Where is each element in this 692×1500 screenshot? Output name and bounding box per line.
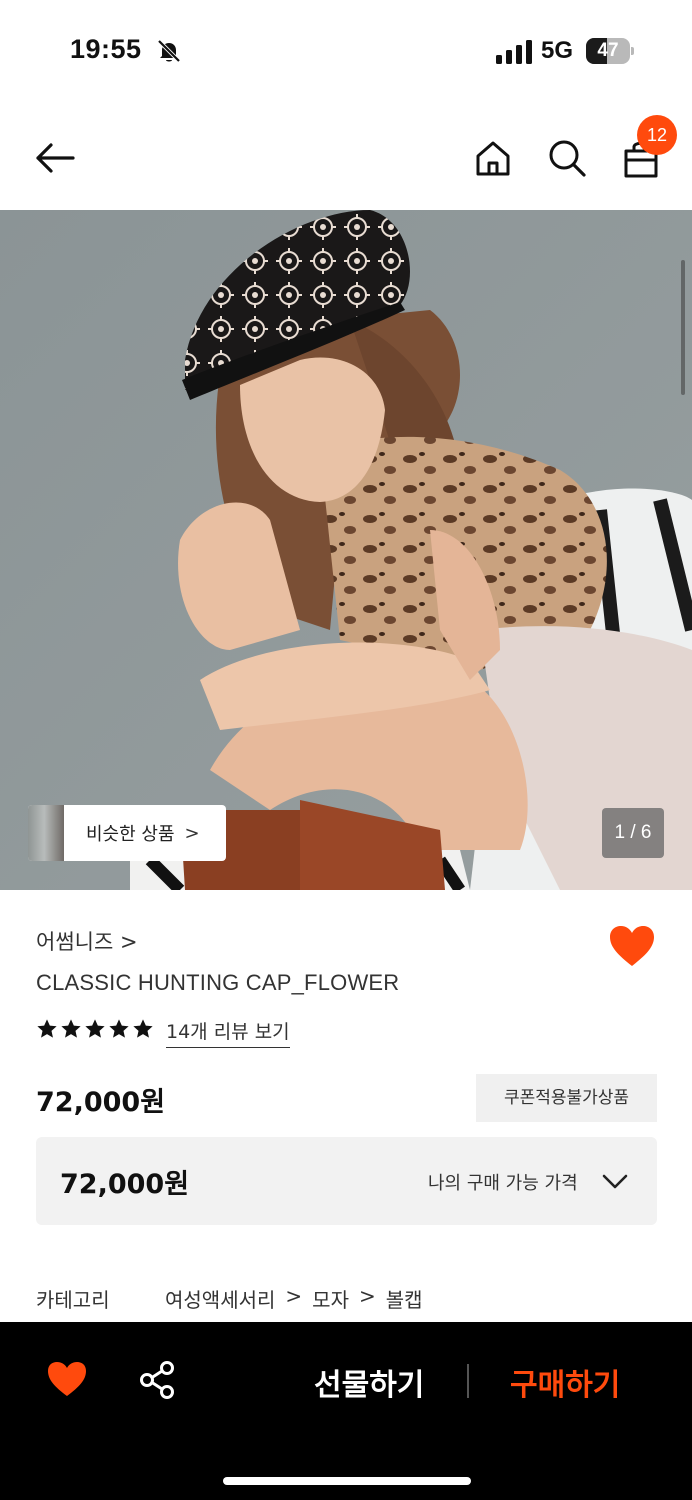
- scroll-indicator[interactable]: [681, 260, 685, 395]
- brand-link[interactable]: 어썸니즈 >: [36, 926, 138, 956]
- brand-name: 어썸니즈: [36, 930, 114, 954]
- chevron-right-icon: >: [184, 822, 200, 844]
- breadcrumb-separator: >: [285, 1284, 303, 1308]
- category-label: 카테고리: [36, 1288, 110, 1312]
- product-image-carousel[interactable]: [0, 210, 692, 890]
- buy-button[interactable]: 구매하기: [510, 1360, 620, 1404]
- star-icon: [61, 1019, 81, 1038]
- similar-products-label: 비슷한 상품: [86, 824, 175, 845]
- bottom-wishlist-heart-icon[interactable]: [46, 1360, 88, 1398]
- product-photo: [0, 210, 692, 890]
- my-price-value: 72,000원: [60, 1169, 190, 1200]
- app-header: [0, 100, 692, 210]
- product-price: 72,000원: [36, 1087, 166, 1118]
- chevron-down-icon: [602, 1174, 628, 1189]
- review-link[interactable]: 14개 리뷰 보기: [166, 1017, 290, 1048]
- category-level-1[interactable]: 여성액세서리: [165, 1284, 275, 1313]
- battery-percent: 47: [597, 40, 619, 61]
- my-price-label: 나의 구매 가능 가격: [428, 1173, 578, 1194]
- similar-products-thumbnail: [28, 805, 64, 861]
- star-icon: [109, 1019, 129, 1038]
- home-icon: [476, 141, 510, 176]
- gift-button[interactable]: 선물하기: [314, 1360, 424, 1404]
- wishlist-heart-icon[interactable]: [608, 924, 656, 968]
- bottom-divider: [467, 1364, 469, 1398]
- image-counter: 1 / 6: [602, 808, 664, 858]
- breadcrumb-separator: >: [358, 1284, 376, 1308]
- network-type: 5G: [541, 37, 574, 64]
- chevron-right-icon: >: [119, 930, 138, 954]
- star-icon: [85, 1019, 105, 1038]
- share-icon[interactable]: [138, 1360, 178, 1400]
- home-button[interactable]: [468, 133, 518, 183]
- category-level-3[interactable]: 볼캡: [386, 1284, 423, 1313]
- similar-products-button[interactable]: 비슷한 상품 >: [28, 805, 226, 861]
- search-icon: [549, 140, 586, 177]
- battery-icon: 47: [586, 38, 634, 64]
- bottom-action-bar: [0, 1322, 692, 1500]
- coupon-badge: 쿠폰적용불가상품: [476, 1074, 657, 1122]
- cart-count-badge: 12: [637, 115, 677, 155]
- my-price-dropdown[interactable]: 72,000원 나의 구매 가능 가격: [36, 1137, 657, 1225]
- category-breadcrumb: 여성액세서리 > 모자 > 볼캡: [165, 1284, 423, 1313]
- signal-icon: [496, 40, 532, 64]
- bell-off-icon: [157, 39, 181, 63]
- star-icon: [133, 1019, 153, 1038]
- star-icon: [37, 1019, 57, 1038]
- category-level-2[interactable]: 모자: [312, 1284, 349, 1313]
- product-title: CLASSIC HUNTING CAP_FLOWER: [36, 970, 400, 995]
- status-bar: 19:55 5G 47: [0, 0, 692, 100]
- home-indicator[interactable]: [223, 1477, 471, 1485]
- back-arrow-icon: [36, 143, 75, 173]
- search-button[interactable]: [542, 133, 592, 183]
- back-button[interactable]: [30, 133, 80, 183]
- rating-stars: [36, 1018, 154, 1040]
- status-time: 19:55: [70, 34, 142, 64]
